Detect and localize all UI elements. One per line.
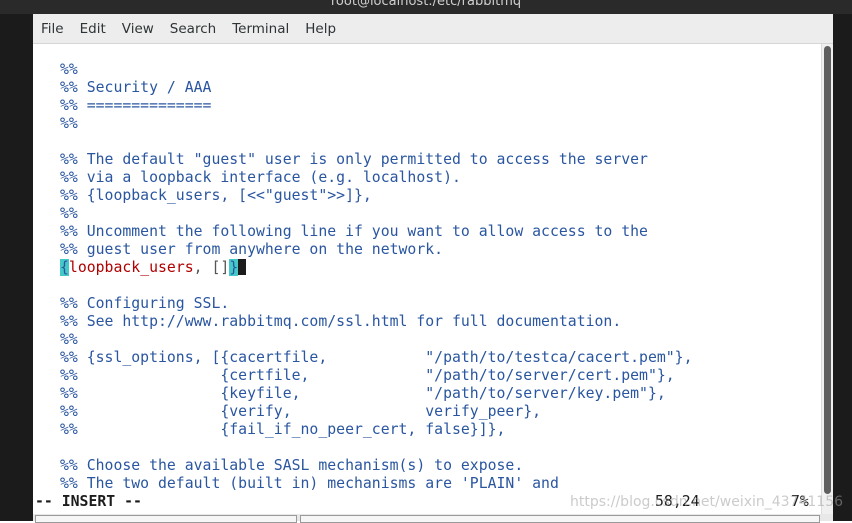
- editor-line: %%: [60, 205, 78, 222]
- editor-line: %% {loopback_users, [<<"guest">>]},: [60, 187, 372, 204]
- editor-line: {loopback_users, []}: [60, 259, 693, 277]
- editor-line: %% The two default (built in) mechanisms…: [60, 475, 559, 492]
- window-frame-left: [0, 0, 33, 521]
- menu-search[interactable]: Search: [162, 21, 224, 37]
- editor-line: %% {ssl_options, [{cacertfile, "/path/to…: [60, 349, 693, 366]
- editor-line: %% {certfile, "/path/to/server/cert.pem"…: [60, 367, 675, 384]
- config-key: loopback_users: [68, 259, 194, 276]
- terminal-area[interactable]: %%%% Security / AAA%% ==============%%%%…: [33, 44, 821, 514]
- editor-line: %% via a loopback interface (e.g. localh…: [60, 169, 461, 186]
- text-cursor: [238, 259, 247, 275]
- editor-line: %%: [60, 115, 78, 132]
- menu-help[interactable]: Help: [297, 21, 344, 37]
- editor-line: %% {keyfile, "/path/to/server/key.pem"},: [60, 385, 666, 402]
- menu-file[interactable]: File: [33, 21, 72, 37]
- editor-line: %% Choose the available SASL mechanism(s…: [60, 457, 524, 474]
- scrollbar-thumb[interactable]: [824, 46, 831, 494]
- window-title: root@localhost:/etc/rabbitmq: [330, 0, 522, 9]
- editor-line: %% guest user from anywhere on the netwo…: [60, 241, 444, 258]
- editor-line: %% {verify, verify_peer},: [60, 403, 542, 420]
- matched-brace-close: }: [229, 259, 239, 276]
- menu-view[interactable]: View: [114, 21, 162, 37]
- menu-bar: File Edit View Search Terminal Help: [33, 14, 833, 44]
- scrollbar[interactable]: [821, 44, 833, 514]
- config-value: , []: [193, 259, 230, 276]
- editor-line: %% The default "guest" user is only perm…: [60, 151, 648, 168]
- editor-line: %% ==============: [60, 97, 212, 114]
- insert-mode-indicator: -- INSERT --: [35, 493, 142, 510]
- editor-line: %%: [60, 61, 78, 78]
- editor-line: %% Uncomment the following line if you w…: [60, 223, 648, 240]
- window-frame-right: [833, 0, 852, 521]
- title-bar[interactable]: root@localhost:/etc/rabbitmq: [0, 0, 852, 14]
- editor-line: %%: [60, 331, 78, 348]
- menu-terminal[interactable]: Terminal: [224, 21, 297, 37]
- editor-line: %% Security / AAA: [60, 79, 212, 96]
- editor-line: %% Configuring SSL.: [60, 295, 230, 312]
- editor-line: %% See http://www.rabbitmq.com/ssl.html …: [60, 313, 622, 330]
- terminal-tab[interactable]: [300, 515, 820, 523]
- menu-edit[interactable]: Edit: [72, 21, 114, 37]
- editor-line: %% {fail_if_no_peer_cert, false}]},: [60, 421, 506, 438]
- watermark: https://blog.csdn.net/weixin_43741156: [570, 494, 844, 510]
- matched-brace-open: {: [60, 259, 69, 276]
- terminal-tab[interactable]: [35, 515, 297, 523]
- editor-lines: %%%% Security / AAA%% ==============%%%%…: [60, 61, 693, 493]
